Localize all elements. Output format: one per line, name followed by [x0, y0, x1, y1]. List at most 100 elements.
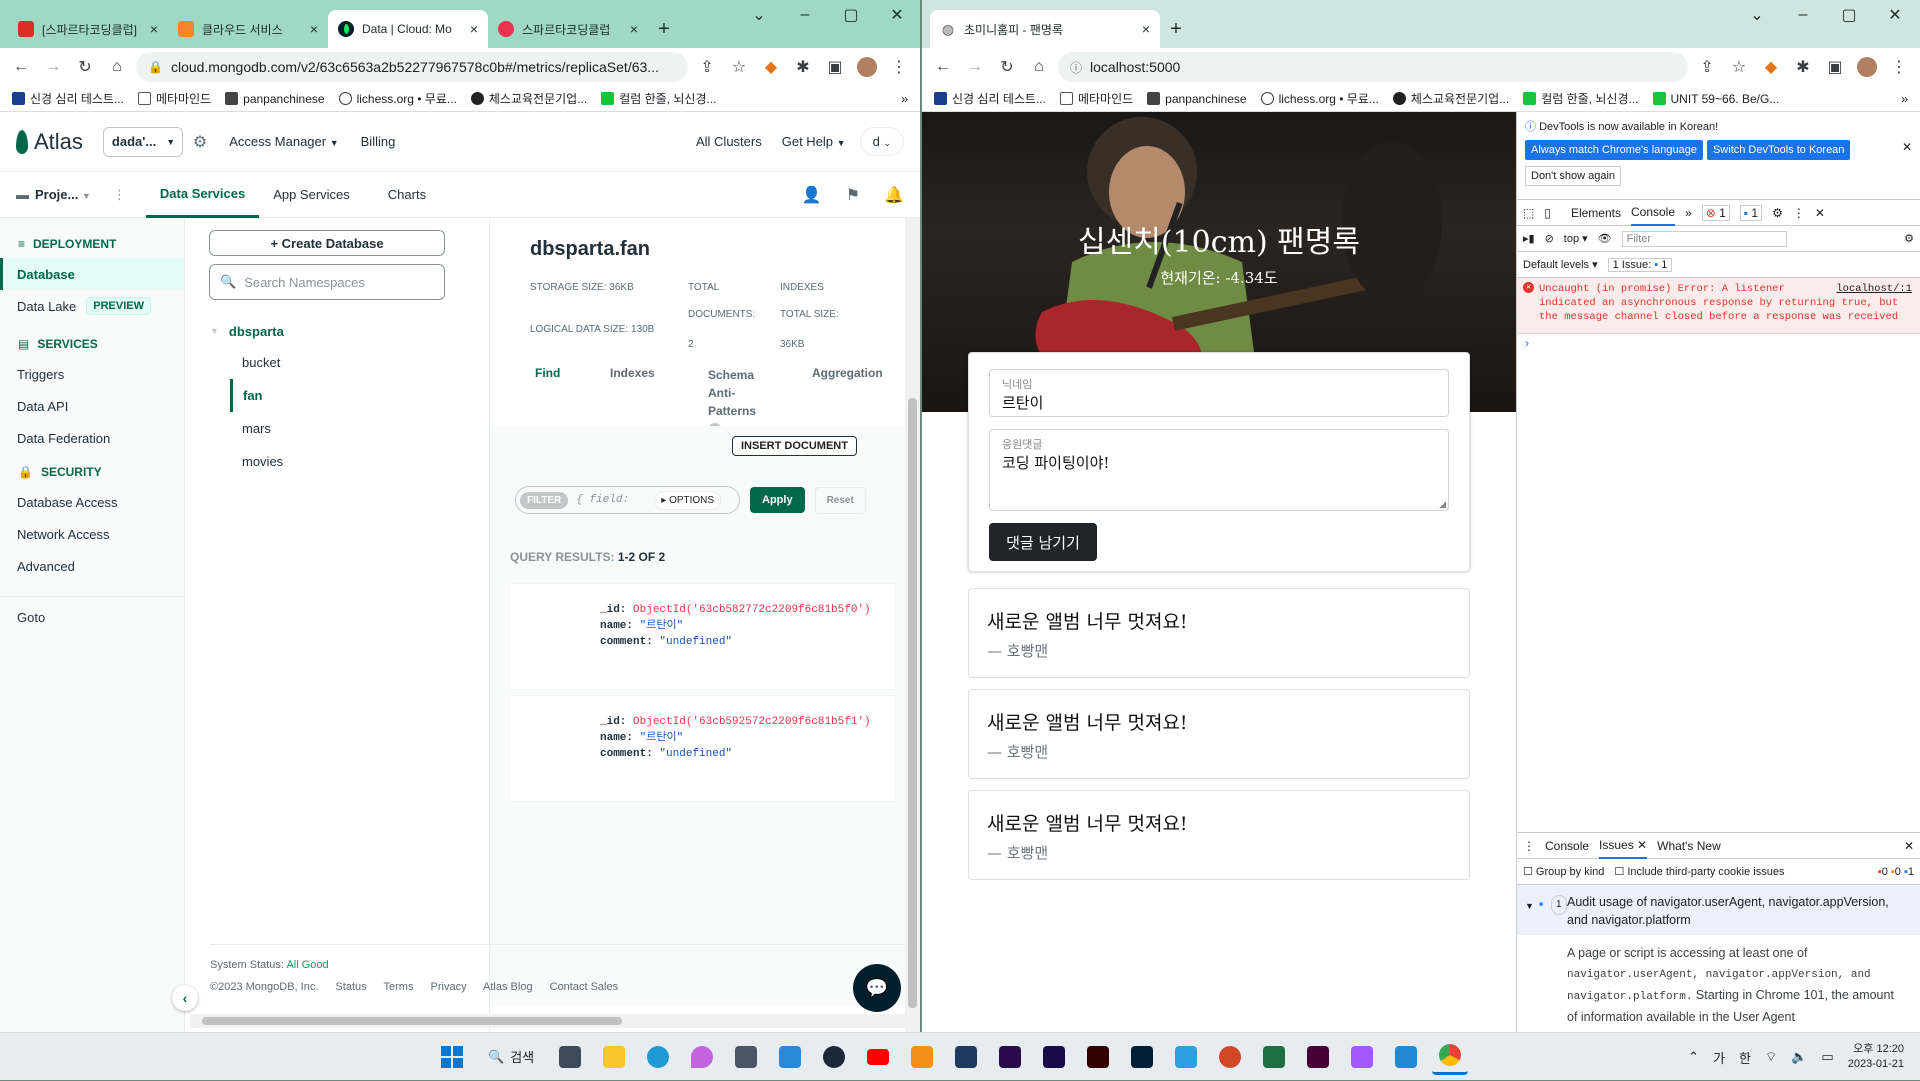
address-bar[interactable]: 🔒 cloud.mongodb.com/v2/63c6563a2b52277967… — [136, 52, 688, 82]
switch-korean-button[interactable]: Switch DevTools to Korean — [1706, 140, 1851, 160]
extensions-icon[interactable]: ✱ — [1790, 54, 1816, 80]
error-source-link[interactable]: localhost/:1 — [1836, 282, 1912, 296]
steam-icon[interactable] — [816, 1039, 852, 1075]
close-icon[interactable]: × — [1142, 21, 1150, 37]
third-party-checkbox[interactable]: ☐ Include third-party cookie issues — [1614, 865, 1784, 878]
home-icon[interactable]: ⌂ — [1026, 54, 1052, 80]
filter-input[interactable]: FILTER { field: ▸ OPTIONS — [515, 486, 740, 514]
tab-elements[interactable]: Elements — [1571, 206, 1621, 220]
wifi-icon[interactable]: ⌔ — [1765, 1049, 1777, 1065]
message-count-badge[interactable]: ▪ 1 — [1739, 204, 1763, 221]
comment-textarea[interactable]: 응원댓글 코딩 파이팅이야! ◢ — [989, 429, 1449, 511]
battery-icon[interactable]: ▭ — [1821, 1049, 1833, 1065]
back-icon[interactable]: ← — [8, 54, 34, 80]
file-explorer-icon[interactable] — [596, 1039, 632, 1075]
sidepanel-icon[interactable]: ▣ — [822, 54, 848, 80]
metamask-icon[interactable]: ◆ — [1758, 54, 1784, 80]
apply-button[interactable]: Apply — [750, 487, 805, 513]
footer-link-status[interactable]: Status — [335, 981, 366, 993]
vscode-icon[interactable] — [1388, 1039, 1424, 1075]
youtube-icon[interactable] — [860, 1039, 896, 1075]
chrome-icon[interactable] — [1432, 1039, 1469, 1075]
sublime-icon[interactable] — [904, 1039, 940, 1075]
resize-handle-icon[interactable]: ◢ — [1439, 499, 1446, 510]
forward-icon[interactable]: → — [40, 54, 66, 80]
console-prompt[interactable]: › — [1517, 334, 1920, 352]
user-menu[interactable]: d ⌄ — [859, 127, 904, 156]
sidebar-item-data-lake[interactable]: Data Lake PREVIEW — [0, 290, 184, 322]
menu-icon[interactable]: ⋮ — [1886, 54, 1912, 80]
close-icon[interactable]: ✕ — [1815, 206, 1825, 220]
premiere-icon[interactable] — [992, 1039, 1028, 1075]
tab-find[interactable]: Find — [535, 366, 560, 380]
excel-icon[interactable] — [1256, 1039, 1292, 1075]
reload-icon[interactable]: ↻ — [994, 54, 1020, 80]
share-icon[interactable]: ⇪ — [1694, 54, 1720, 80]
drawer-tab-whats-new[interactable]: What's New — [1657, 839, 1721, 853]
tab-search-icon[interactable]: ⌄ — [736, 5, 782, 25]
collection-movies[interactable]: movies — [185, 445, 485, 478]
collapse-sidebar-button[interactable]: ‹ — [172, 985, 198, 1011]
back-icon[interactable]: ← — [930, 54, 956, 80]
bookmark-item[interactable]: 신경 심리 테스트... — [934, 90, 1046, 107]
close-icon[interactable]: × — [150, 21, 158, 37]
collection-bucket[interactable]: bucket — [185, 346, 485, 379]
sidebar-item-advanced[interactable]: Advanced — [0, 550, 184, 582]
namespace-search[interactable]: 🔍 Search Namespaces — [209, 264, 445, 300]
tab-indexes[interactable]: Indexes — [610, 366, 655, 380]
create-database-button[interactable]: + Create Database — [209, 230, 445, 256]
start-button[interactable] — [434, 1039, 470, 1075]
footer-link-blog[interactable]: Atlas Blog — [483, 981, 533, 993]
insert-document-button[interactable]: INSERT DOCUMENT — [732, 436, 857, 456]
collection-fan[interactable]: fan — [230, 379, 485, 412]
minimize-icon[interactable]: – — [1780, 6, 1826, 24]
tab-charts[interactable]: Charts — [374, 172, 440, 218]
close-drawer-icon[interactable]: ✕ — [1904, 839, 1914, 853]
forward-icon[interactable]: → — [962, 54, 988, 80]
get-help-menu[interactable]: Get Help ▼ — [782, 134, 846, 149]
close-icon[interactable]: × — [630, 21, 638, 37]
access-manager-menu[interactable]: Access Manager ▼ — [229, 134, 338, 149]
share-icon[interactable]: ⇪ — [694, 54, 720, 80]
tab-aggregation[interactable]: Aggregation — [812, 366, 883, 380]
clock[interactable]: 오후 12:20 2023-01-21 — [1848, 1042, 1904, 1072]
maximize-icon[interactable]: ▢ — [828, 5, 874, 25]
profile-avatar[interactable] — [1854, 54, 1880, 80]
powerpoint-icon[interactable] — [1212, 1039, 1248, 1075]
org-selector[interactable]: dada'... ▼ — [102, 126, 183, 157]
bookmark-item[interactable]: 신경 심리 테스트... — [12, 90, 124, 107]
gear-icon[interactable]: ⚙ — [1904, 232, 1914, 245]
more-tabs-icon[interactable]: » — [1685, 206, 1692, 220]
sidebar-item-goto[interactable]: Goto — [0, 601, 184, 633]
illustrator-icon[interactable] — [1080, 1039, 1116, 1075]
bookmark-item[interactable]: lichess.org • 무료... — [338, 90, 457, 107]
ime-language-indicator[interactable]: 한 — [1739, 1048, 1751, 1067]
console-filter[interactable]: Filter — [1621, 230, 1787, 247]
copilot-icon[interactable] — [684, 1039, 720, 1075]
sidebar-item-triggers[interactable]: Triggers — [0, 358, 184, 390]
footer-link-privacy[interactable]: Privacy — [431, 981, 467, 993]
tab-sparta-2[interactable]: 스파르타코딩클럽 × — [488, 10, 648, 48]
address-bar[interactable]: ⓘ localhost:5000 — [1058, 52, 1688, 82]
device-toggle-icon[interactable]: ▯ — [1544, 206, 1551, 220]
database-row[interactable]: ▼ dbsparta — [185, 316, 485, 346]
bookmark-item[interactable]: panpanchinese — [225, 92, 325, 106]
bookmark-item[interactable]: 메타마인드 — [1059, 90, 1133, 107]
eye-icon[interactable]: 👁 — [1598, 232, 1612, 245]
tab-search-icon[interactable]: ⌄ — [1734, 5, 1780, 25]
error-count-badge[interactable]: ⊗ 1 — [1701, 204, 1730, 221]
reset-button[interactable]: Reset — [814, 486, 866, 514]
more-bookmarks-icon[interactable]: » — [901, 92, 908, 106]
kebab-icon[interactable]: ⋮ — [1793, 206, 1805, 220]
profile-avatar[interactable] — [854, 54, 880, 80]
gear-icon[interactable]: ⚙ — [1772, 206, 1783, 220]
options-button[interactable]: ▸ OPTIONS — [654, 490, 722, 510]
edge-icon[interactable] — [640, 1039, 676, 1075]
close-icon[interactable]: × — [310, 21, 318, 37]
bookmark-item[interactable]: lichess.org • 무료... — [1260, 90, 1379, 107]
tab-fan-page[interactable]: ◍ 초미니홈피 - 팬명록 × — [930, 10, 1160, 48]
extensions-icon[interactable]: ✱ — [790, 54, 816, 80]
clear-console-icon[interactable]: ⊘ — [1545, 232, 1554, 245]
atlas-logo[interactable]: Atlas — [16, 129, 83, 155]
close-icon[interactable]: ✕ — [1902, 140, 1912, 154]
